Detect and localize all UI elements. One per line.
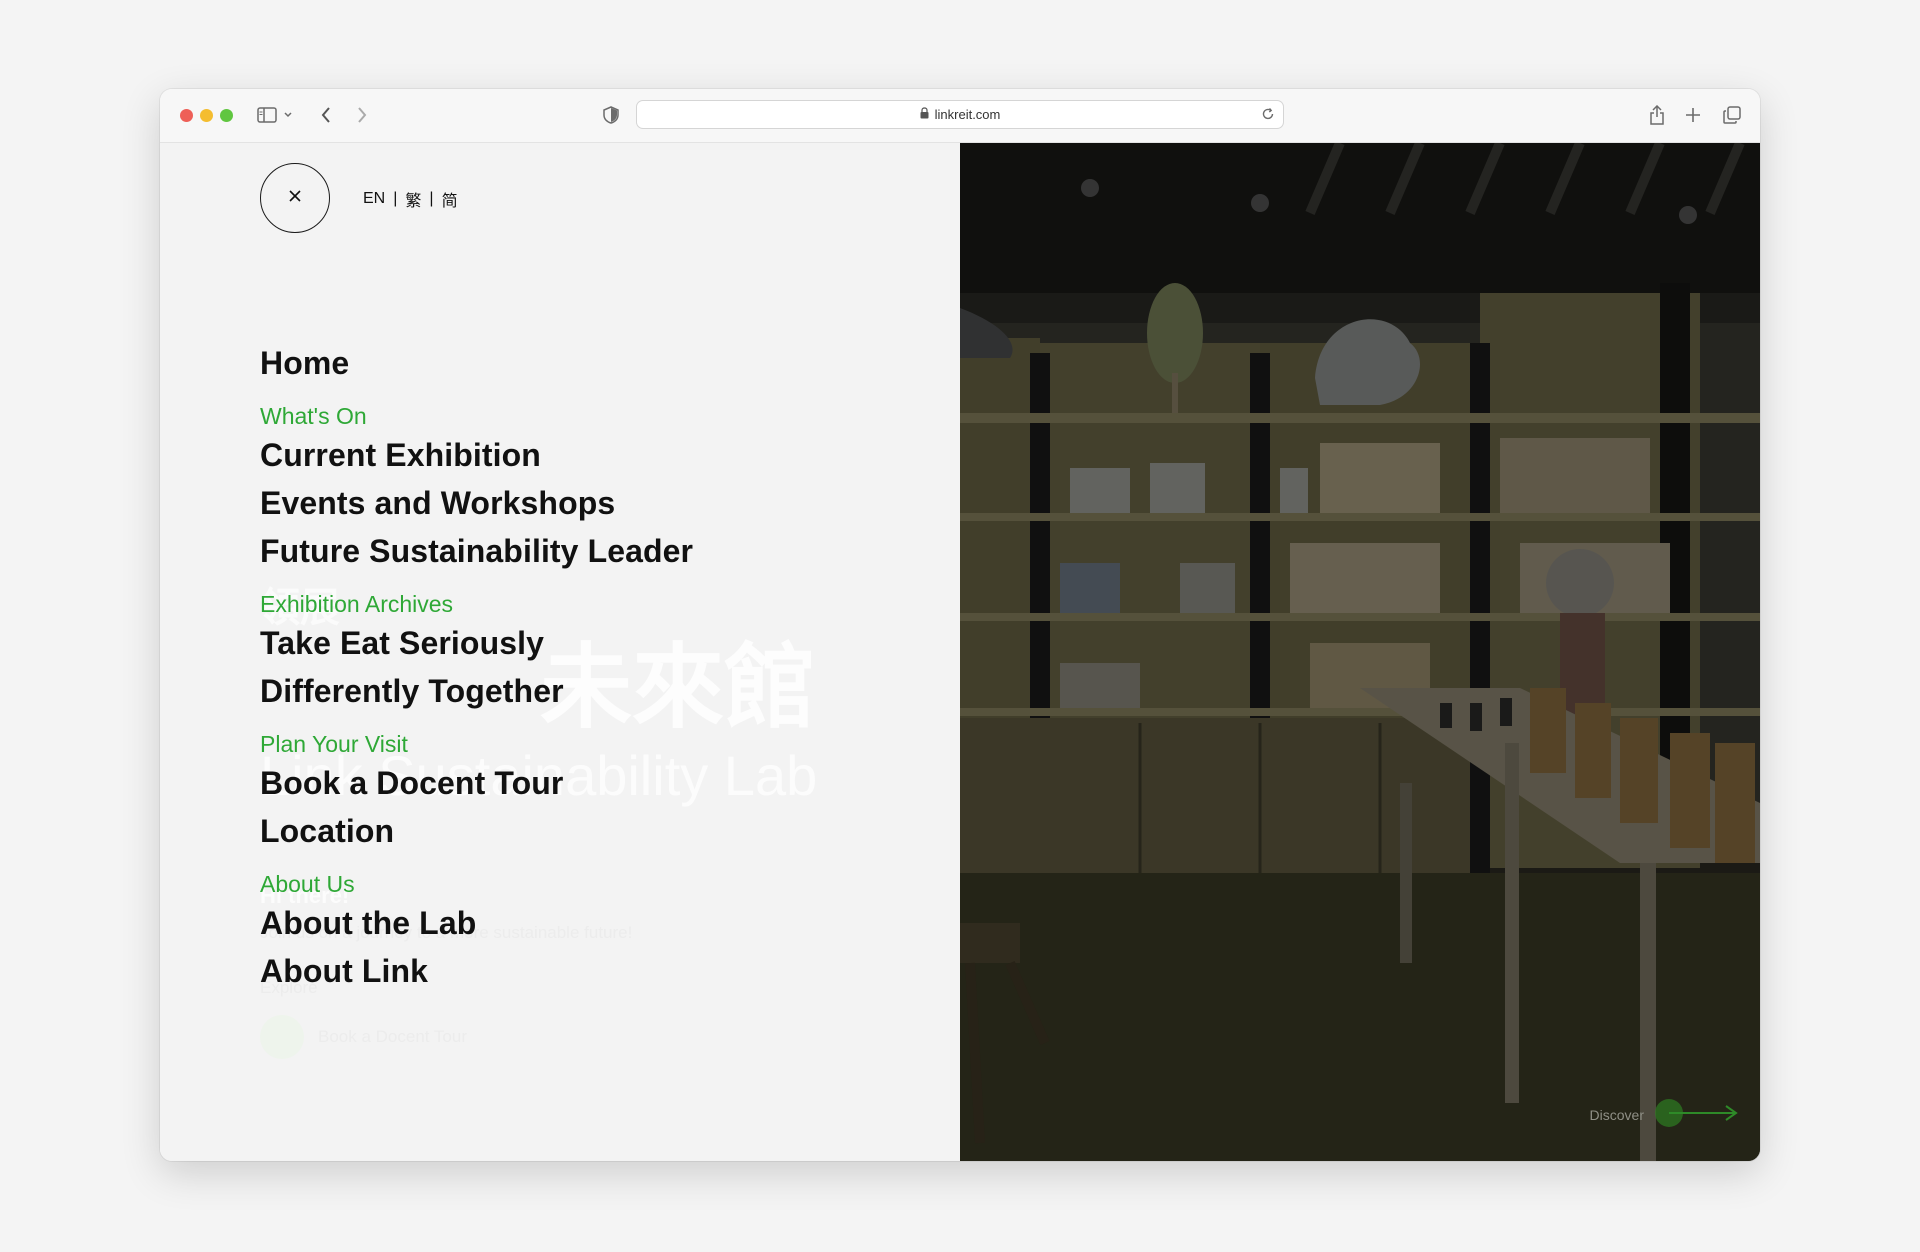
page-content: 未來館 領展 Link Sustainability Lab Hi there!… [160, 143, 1760, 1161]
nav-location[interactable]: Location [260, 807, 693, 855]
lang-separator: | [429, 190, 434, 207]
shield-icon[interactable] [602, 103, 620, 127]
discover-label: Discover [1589, 1106, 1644, 1123]
share-icon[interactable] [1648, 103, 1666, 127]
browser-window: linkreit.com 未來館 領展 Link Sustainability … [160, 89, 1760, 1161]
back-arrow-icon[interactable] [318, 103, 334, 127]
nav-heading-plan-your-visit: Plan Your Visit [260, 731, 408, 757]
lang-simplified-chinese[interactable]: 简 [442, 187, 458, 211]
nav-events-and-workshops[interactable]: Events and Workshops [260, 479, 693, 527]
menu-overlay: 未來館 領展 Link Sustainability Lab Hi there!… [160, 143, 960, 1161]
nav-book-a-docent-tour[interactable]: Book a Docent Tour [260, 759, 693, 807]
nav-differently-together[interactable]: Differently Together [260, 667, 693, 715]
lang-traditional-chinese[interactable]: 繁 [405, 187, 421, 211]
tab-overview-icon[interactable] [1722, 103, 1742, 127]
maximize-window-button[interactable] [220, 109, 233, 122]
language-switcher: EN | 繁 | 简 [363, 187, 458, 211]
forward-arrow-icon[interactable] [354, 103, 370, 127]
nav-heading-whats-on: What's On [260, 403, 367, 429]
lang-en[interactable]: EN [363, 190, 385, 208]
close-menu-button[interactable] [260, 163, 330, 233]
nav-about-link[interactable]: About Link [260, 947, 693, 995]
bg-tour-button-icon [260, 1015, 304, 1059]
nav-take-eat-seriously[interactable]: Take Eat Seriously [260, 619, 693, 667]
nav-current-exhibition[interactable]: Current Exhibition [260, 431, 693, 479]
shop-interior-illustration [960, 143, 1760, 1161]
nav-home[interactable]: Home [260, 339, 693, 387]
nav-about-the-lab[interactable]: About the Lab [260, 899, 693, 947]
close-window-button[interactable] [180, 109, 193, 122]
browser-toolbar: linkreit.com [160, 89, 1760, 143]
sidebar-toggle-icon[interactable] [256, 103, 278, 127]
reload-icon[interactable] [1261, 107, 1275, 126]
hero-image: Discover [960, 143, 1760, 1161]
address-bar[interactable]: linkreit.com [636, 100, 1284, 129]
bg-book-tour: Book a Docent Tour [318, 1027, 467, 1046]
lock-icon [920, 107, 929, 122]
chevron-down-icon[interactable] [282, 103, 294, 127]
nav-heading-about-us: About Us [260, 871, 355, 897]
new-tab-icon[interactable] [1684, 103, 1702, 127]
lang-separator: | [393, 190, 398, 207]
main-navigation: Home What's On Current Exhibition Events… [260, 339, 693, 995]
nav-future-sustainability-leader[interactable]: Future Sustainability Leader [260, 527, 693, 575]
arrow-right-icon [1654, 1098, 1740, 1131]
nav-heading-exhibition-archives: Exhibition Archives [260, 591, 454, 617]
close-icon [288, 189, 302, 208]
discover-control[interactable]: Discover [1590, 1098, 1740, 1131]
url-text: linkreit.com [934, 107, 1001, 122]
minimize-window-button[interactable] [200, 109, 213, 122]
